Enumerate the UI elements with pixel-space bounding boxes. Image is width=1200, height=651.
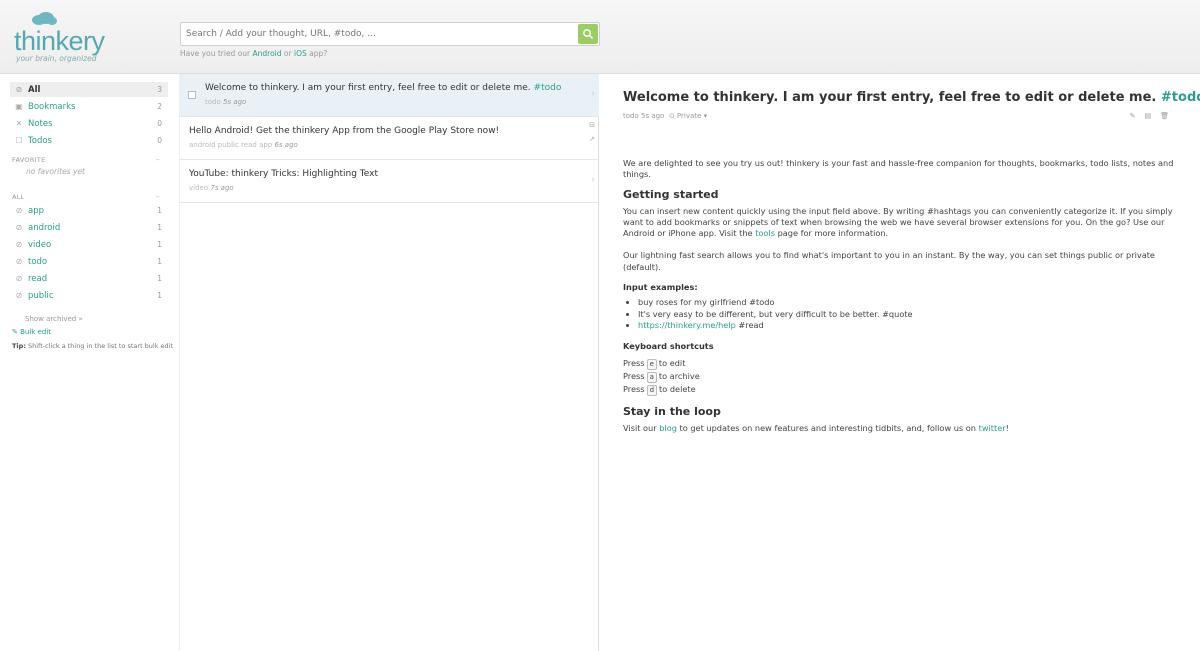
key-d: d bbox=[646, 385, 658, 397]
edit-icon[interactable]: ✎ bbox=[1130, 112, 1145, 120]
tools-link[interactable]: tools bbox=[755, 228, 775, 238]
heading-getting-started: Getting started bbox=[623, 187, 719, 201]
sidebar: ⊘ All 3 ▣ Bookmarks 2 ✕ Notes 0 ☐ Todos … bbox=[0, 74, 180, 651]
search-input[interactable] bbox=[181, 23, 577, 45]
check-icon: ☐ bbox=[15, 136, 23, 145]
detail-pane: Welcome to thinkery. I am your first ent… bbox=[600, 74, 1200, 651]
privacy-toggle[interactable]: ⊙ Private ▾ bbox=[667, 112, 708, 120]
tag-icon: ⊘ bbox=[15, 206, 23, 215]
tag-icon: ⊘ bbox=[15, 274, 23, 283]
key-a: a bbox=[646, 372, 657, 384]
archive-icon[interactable]: ▤ bbox=[1144, 112, 1160, 120]
tag-icon: ⊘ bbox=[15, 257, 23, 266]
sidebar-tag-android[interactable]: ⊘ android 1 bbox=[10, 220, 168, 235]
intro-text: We are delighted to see you try us out! … bbox=[623, 158, 1174, 180]
logo[interactable]: thinkery your brain, organized bbox=[14, 10, 154, 63]
sidebar-item-todos[interactable]: ☐ Todos 0 bbox=[10, 133, 168, 148]
header: thinkery your brain, organized Have you … bbox=[0, 0, 1200, 74]
collapse-icon[interactable]: – bbox=[156, 155, 160, 164]
android-app-link[interactable]: Android bbox=[253, 49, 282, 58]
bulk-edit-button[interactable]: ✎ Bulk edit bbox=[12, 328, 51, 336]
shortcut-row: Press e to edit bbox=[623, 358, 686, 371]
app-hint: Have you tried our Android or iOS app? bbox=[180, 49, 328, 58]
lock-icon: ⊙ bbox=[668, 112, 675, 120]
favorite-section-header: Favorite – bbox=[12, 155, 160, 164]
list-item[interactable]: YouTube: thinkery Tricks: Highlighting T… bbox=[180, 160, 599, 203]
loop-text: Visit our blog to get updates on new fea… bbox=[623, 423, 1009, 434]
sidebar-tag-app[interactable]: ⊘ app 1 bbox=[10, 203, 168, 218]
list-item[interactable]: Welcome to thinkery. I am your first ent… bbox=[180, 74, 599, 117]
twitter-link[interactable]: twitter bbox=[979, 423, 1006, 433]
heading-shortcuts: Keyboard shortcuts bbox=[623, 340, 714, 351]
tag-icon: ⊘ bbox=[15, 85, 23, 94]
heading-input-examples: Input examples: bbox=[623, 282, 698, 293]
list-item[interactable]: Hello Android! Get the thinkery App from… bbox=[180, 117, 599, 160]
detail-meta: todo 5s ago ⊙ Private ▾ bbox=[623, 112, 708, 120]
sidebar-tag-video[interactable]: ⊘ video 1 bbox=[10, 237, 168, 252]
tags-section-header: All – bbox=[12, 192, 160, 201]
chevron-right-icon[interactable]: › bbox=[1181, 90, 1186, 104]
cloud-icon bbox=[32, 12, 57, 25]
tag-icon: ⊘ bbox=[15, 223, 23, 232]
shortcut-list: Press e to edit Press a to archive Press d to … bbox=[623, 357, 1183, 397]
tag-icon: ⊘ bbox=[15, 240, 23, 249]
tag-icon: ⊘ bbox=[15, 291, 23, 300]
note-icon: ✕ bbox=[15, 119, 23, 128]
pencil-icon: ✎ bbox=[12, 328, 18, 336]
detail-title: Welcome to thinkery. I am your first ent… bbox=[623, 90, 1200, 105]
chevron-right-icon: › bbox=[591, 175, 595, 185]
list-item: It's very easy to be different, but very… bbox=[638, 309, 1183, 321]
getting-started-text: You can insert new content quickly using… bbox=[623, 205, 1173, 239]
search-icon bbox=[583, 29, 594, 40]
help-link[interactable]: https://thinkery.me/help bbox=[638, 320, 736, 330]
show-archived-link[interactable]: Show archived » bbox=[25, 315, 83, 323]
ios-app-link[interactable]: iOS bbox=[294, 49, 307, 58]
sidebar-tag-public[interactable]: ⊘ public 1 bbox=[10, 288, 168, 303]
sidebar-item-notes[interactable]: ✕ Notes 0 bbox=[10, 116, 168, 131]
no-favorites-text: no favorites yet bbox=[26, 167, 85, 176]
shortcut-row: Press a to archive bbox=[623, 371, 700, 384]
search-box bbox=[180, 22, 600, 46]
detail-content: We are delighted to see you try us out! … bbox=[623, 158, 1183, 434]
hashtag[interactable]: #todo bbox=[534, 83, 562, 93]
heading-stay-in-loop: Stay in the loop bbox=[623, 405, 721, 419]
key-e: e bbox=[646, 359, 657, 371]
delete-icon[interactable]: 🗑 bbox=[1160, 112, 1178, 120]
chevron-right-icon: › bbox=[591, 89, 595, 99]
chevron-down-icon: ▾ bbox=[703, 112, 708, 120]
blog-link[interactable]: blog bbox=[659, 423, 677, 433]
bulk-edit-tip: Tip: Shift-click a thing in the list to … bbox=[12, 342, 174, 350]
entry-list: Welcome to thinkery. I am your first ent… bbox=[180, 74, 599, 651]
logo-tagline: your brain, organized bbox=[16, 54, 97, 63]
collapse-icon[interactable]: – bbox=[156, 192, 160, 201]
sidebar-tag-read[interactable]: ⊘ read 1 bbox=[10, 271, 168, 286]
list-item: https://thinkery.me/help #read bbox=[638, 320, 1183, 332]
sidebar-item-all[interactable]: ⊘ All 3 bbox=[10, 82, 168, 97]
logo-wordmark: thinkery bbox=[14, 26, 105, 56]
shortcut-row: Press d to delete bbox=[623, 384, 696, 397]
todo-checkbox[interactable] bbox=[188, 91, 196, 99]
search-text: Our lightning fast search allows you to … bbox=[623, 250, 1155, 272]
examples-list: buy roses for my girlfriend #todo It's v… bbox=[638, 297, 1183, 332]
sidebar-item-bookmarks[interactable]: ▣ Bookmarks 2 bbox=[10, 99, 168, 114]
list-item: buy roses for my girlfriend #todo bbox=[638, 297, 1183, 309]
detail-toolbar: ✎▤🗑 bbox=[1130, 112, 1178, 120]
bookmark-icon: ▣ bbox=[15, 102, 23, 111]
bookmark-icon: ⊟ bbox=[589, 121, 595, 129]
external-link-icon[interactable]: ↗ bbox=[589, 135, 595, 143]
search-add-button[interactable] bbox=[578, 24, 598, 44]
sidebar-tag-todo[interactable]: ⊘ todo 1 bbox=[10, 254, 168, 269]
